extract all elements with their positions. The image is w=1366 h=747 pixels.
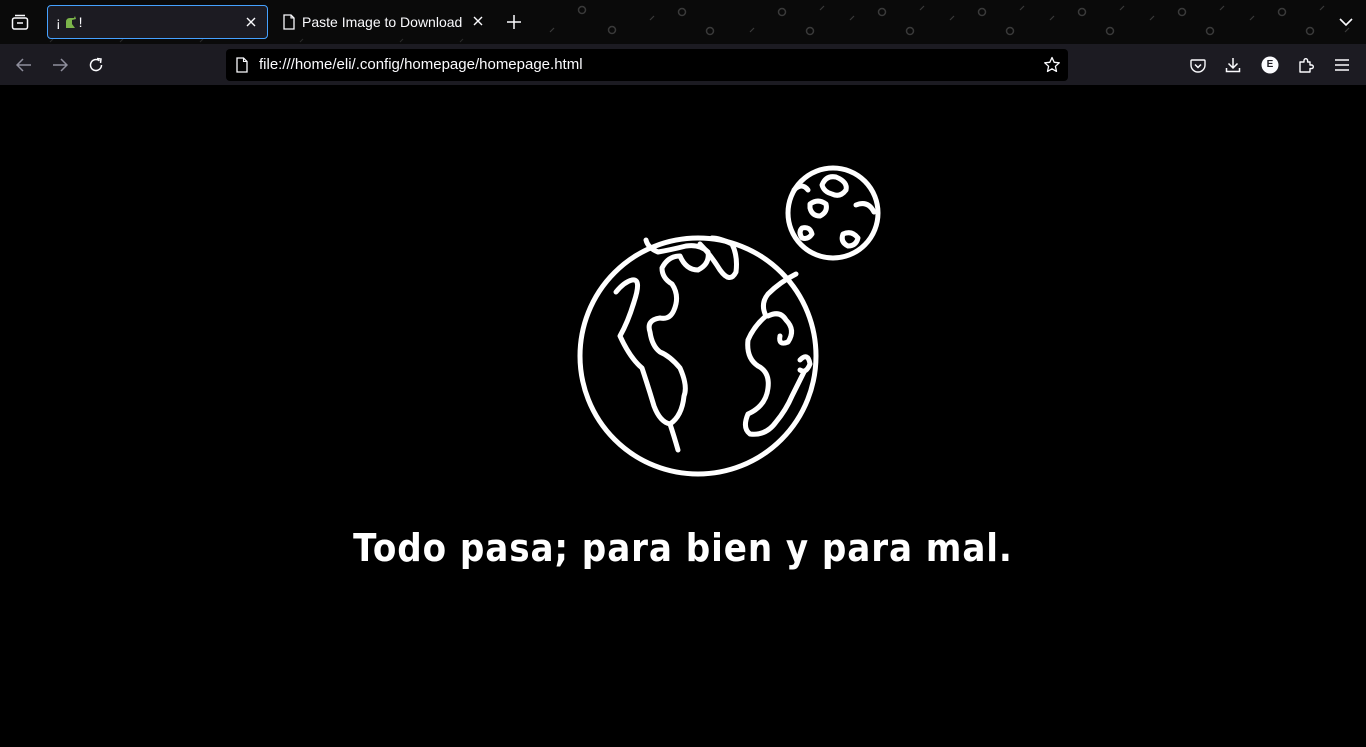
close-icon: [246, 17, 256, 27]
tab-strip: ¡ ! Paste Image to Download: [0, 0, 1366, 44]
url-text[interactable]: file:///home/eli/.config/homepage/homepa…: [259, 49, 583, 81]
downloads-button[interactable]: [1220, 52, 1246, 78]
close-icon: [473, 16, 483, 26]
page-content: Todo pasa; para bien y para mal.: [0, 85, 1366, 747]
tab-close-button[interactable]: [243, 14, 259, 30]
forward-button[interactable]: [47, 52, 73, 78]
reload-icon: [89, 57, 103, 72]
extensions-button[interactable]: [1293, 52, 1319, 78]
download-icon: [1225, 58, 1241, 73]
app-menu-button[interactable]: [1329, 52, 1355, 78]
extensions-icon: [1299, 58, 1314, 73]
account-initial: E: [1266, 59, 1274, 70]
tab-label: Paste Image to Download: [302, 14, 463, 30]
firefox-view-button[interactable]: [6, 9, 34, 35]
quote-text: Todo pasa; para bien y para mal.: [353, 526, 1013, 570]
tab-label-prefix: ¡: [56, 14, 61, 30]
tab-close-button[interactable]: [470, 13, 486, 29]
page-icon: [282, 14, 296, 30]
url-bar[interactable]: file:///home/eli/.config/homepage/homepa…: [226, 49, 1068, 81]
pocket-button[interactable]: [1185, 52, 1211, 78]
forward-icon: [53, 58, 68, 72]
menu-icon: [1335, 59, 1349, 71]
dinosaur-icon: [63, 14, 77, 30]
firefox-view-icon: [11, 14, 29, 30]
new-tab-button[interactable]: [502, 10, 526, 34]
tab-active[interactable]: ¡ !: [47, 5, 268, 39]
bookmark-star-icon[interactable]: [1043, 56, 1061, 74]
reload-button[interactable]: [83, 52, 109, 78]
page-icon: [236, 57, 248, 73]
earth-and-moon-icon: [577, 165, 881, 477]
pocket-icon: [1190, 58, 1206, 73]
list-all-tabs-button[interactable]: [1336, 12, 1356, 32]
tab-paste-image[interactable]: Paste Image to Download: [274, 5, 490, 39]
back-icon: [16, 58, 31, 72]
navigation-toolbar: file:///home/eli/.config/homepage/homepa…: [0, 44, 1366, 85]
plus-icon: [507, 15, 521, 29]
chevron-down-icon: [1339, 17, 1353, 26]
back-button[interactable]: [11, 52, 37, 78]
account-button[interactable]: E: [1257, 52, 1283, 78]
tab-label-suffix: !: [78, 14, 83, 30]
